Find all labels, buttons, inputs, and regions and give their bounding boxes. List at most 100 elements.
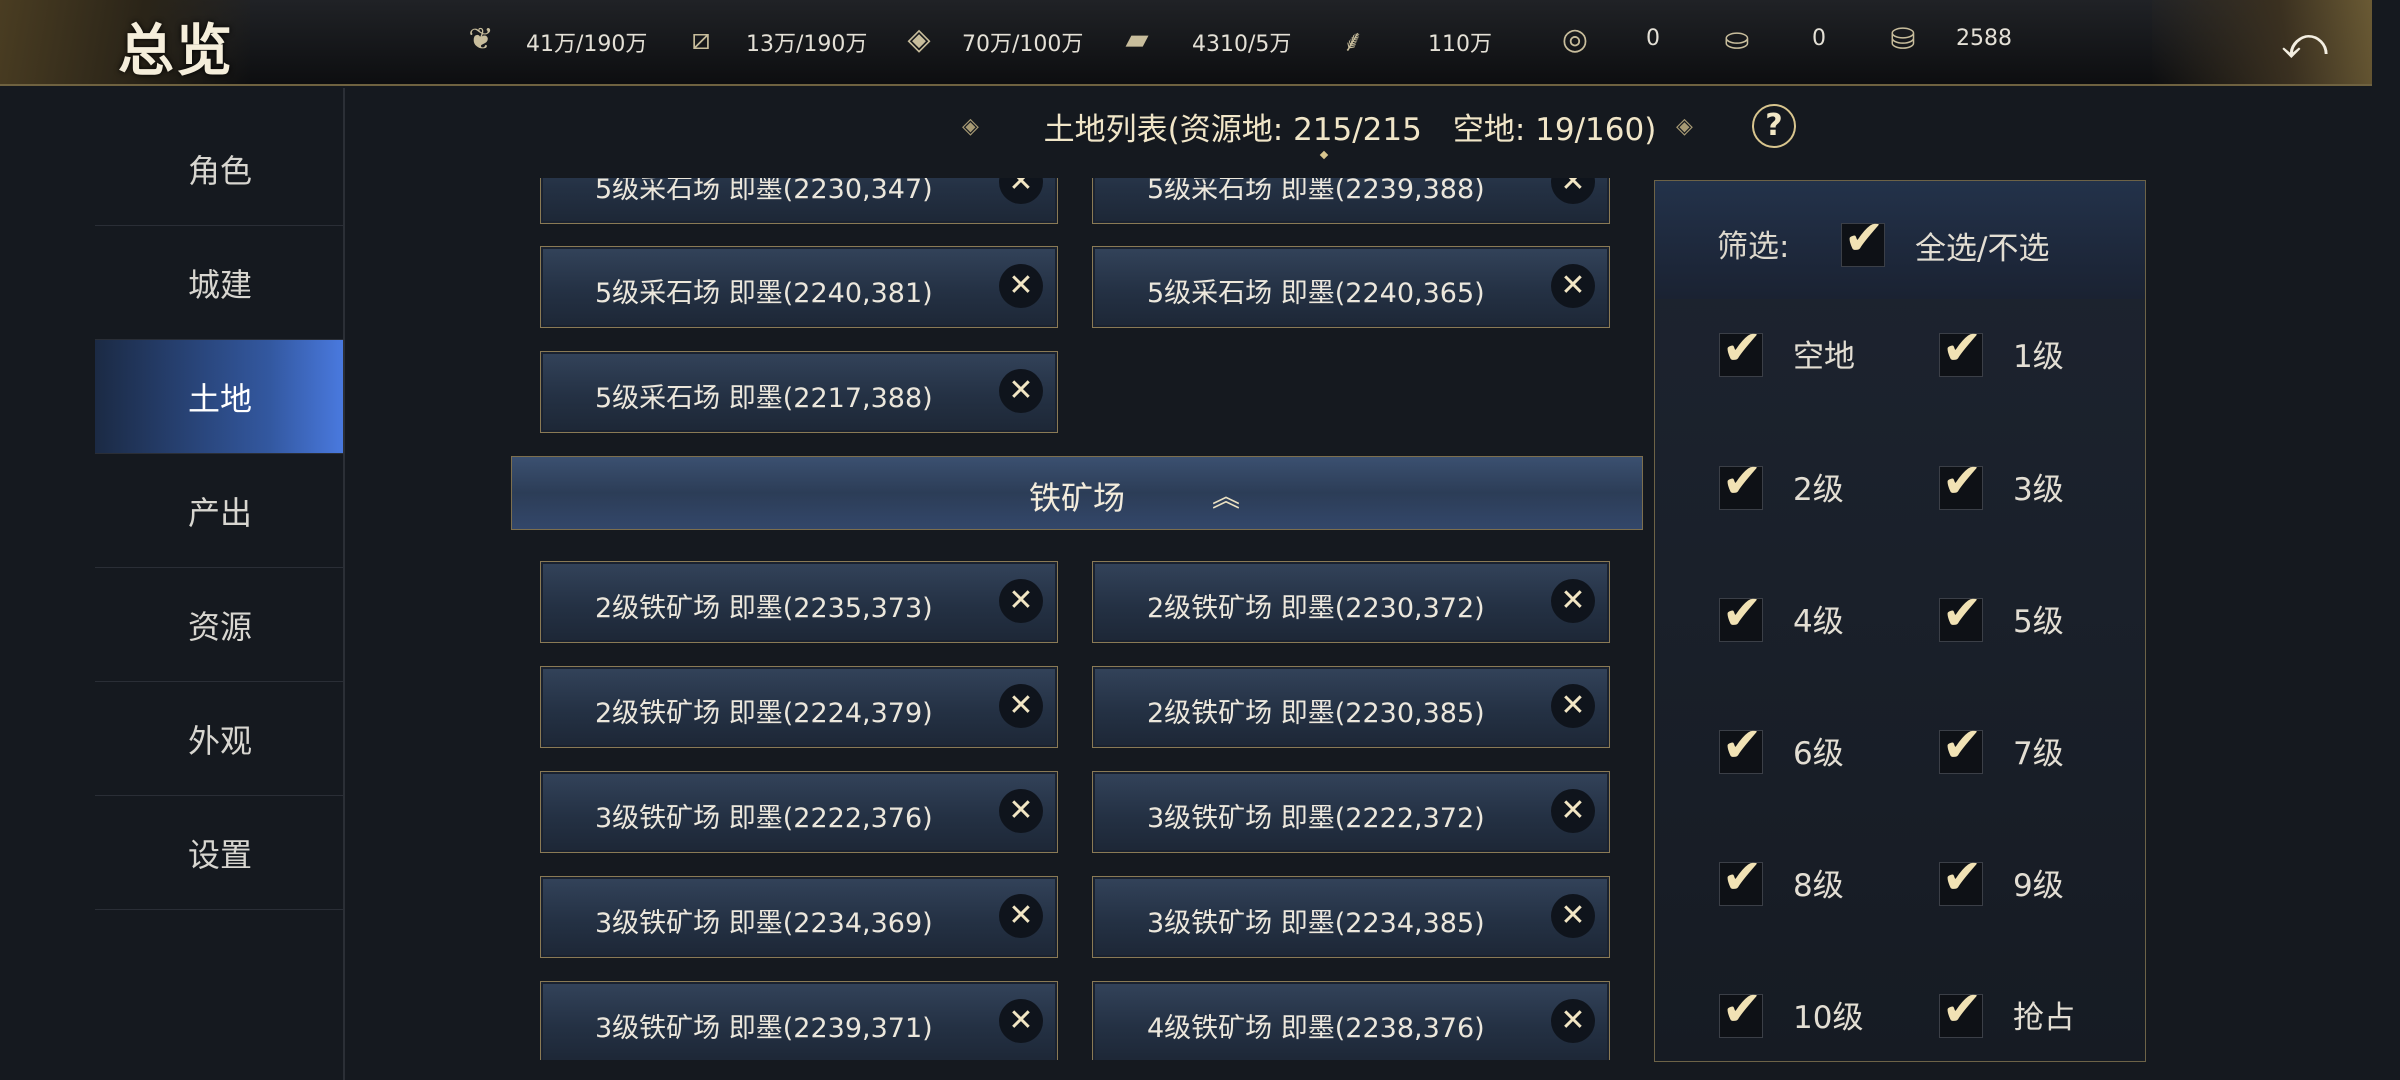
land-card-label: 3级铁矿场 即墨(2222,376) xyxy=(595,803,933,834)
land-card[interactable]: 5级采石场 即墨(2240,365) ✕ xyxy=(1092,246,1610,328)
resource-silver-value: 2588 xyxy=(1956,26,2012,51)
filter-checkbox-level-7[interactable]: ✔ xyxy=(1939,717,1983,774)
filter-checkbox-level-1[interactable]: ✔ xyxy=(1939,320,1983,377)
sidebar-item-construction[interactable]: 城建 xyxy=(95,226,345,340)
sidebar-item-appearance[interactable]: 外观 xyxy=(95,682,345,796)
iron-icon: ▰ xyxy=(1125,21,1149,57)
checkmark-icon: ✔ xyxy=(1942,849,1983,905)
filter-checkbox-vacant[interactable]: ✔ xyxy=(1719,320,1763,377)
sidebar-item-character[interactable]: 角色 xyxy=(95,112,345,226)
sidebar-item-output[interactable]: 产出 xyxy=(95,454,345,568)
resource-decree[interactable]: ⸙ xyxy=(1330,0,1376,78)
remove-land-button[interactable]: ✕ xyxy=(999,178,1043,204)
checkmark-icon: ✔ xyxy=(1942,585,1983,641)
land-card-label: 5级采石场 即墨(2217,388) xyxy=(595,383,933,414)
back-button[interactable]: ⤺ xyxy=(2152,0,2372,84)
filter-checkbox-level-5[interactable]: ✔ xyxy=(1939,585,1983,642)
land-card-label: 2级铁矿场 即墨(2230,372) xyxy=(1147,593,1485,624)
page-title: 总览 xyxy=(118,18,234,84)
land-card[interactable]: 5级采石场 即墨(2217,388) ✕ xyxy=(540,351,1058,433)
filter-checkbox-level-8[interactable]: ✔ xyxy=(1719,849,1763,906)
land-card-label: 2级铁矿场 即墨(2235,373) xyxy=(595,593,933,624)
remove-land-button[interactable]: ✕ xyxy=(1551,894,1595,938)
section-title: 铁矿场 xyxy=(1028,479,1125,517)
filter-option-label: 空地 xyxy=(1793,339,1855,375)
remove-land-button[interactable]: ✕ xyxy=(1551,579,1595,623)
resource-stone[interactable]: ◈ xyxy=(896,0,942,78)
resource-wood[interactable]: ⧄ xyxy=(678,0,724,78)
title-ornament-right-icon: ◈ xyxy=(1676,114,1693,139)
remove-land-button[interactable]: ✕ xyxy=(999,999,1043,1043)
remove-land-button[interactable]: ✕ xyxy=(999,684,1043,728)
land-card[interactable]: 2级铁矿场 即墨(2224,379) ✕ xyxy=(540,666,1058,748)
land-card-label: 3级铁矿场 即墨(2239,371) xyxy=(595,1013,933,1044)
land-card[interactable]: 4级铁矿场 即墨(2238,376) ✕ xyxy=(1092,981,1610,1060)
stone-icon: ◈ xyxy=(907,21,931,57)
filter-option-label: 2级 xyxy=(1793,472,1844,508)
sidebar-item-settings[interactable]: 设置 xyxy=(95,796,345,910)
filter-option-label: 10级 xyxy=(1793,1000,1864,1036)
resource-coin[interactable]: ◎ xyxy=(1552,0,1598,78)
remove-land-button[interactable]: ✕ xyxy=(999,369,1043,413)
filter-checkbox-level-2[interactable]: ✔ xyxy=(1719,453,1763,510)
wood-icon: ⧄ xyxy=(691,21,711,57)
filter-option-label: 7级 xyxy=(2013,736,2064,772)
filter-option-label: 8级 xyxy=(1793,868,1844,904)
resource-iron-value: 4310/5万 xyxy=(1192,32,1292,57)
filter-checkbox-level-6[interactable]: ✔ xyxy=(1719,717,1763,774)
checkmark-icon: ✔ xyxy=(1942,453,1983,509)
remove-land-button[interactable]: ✕ xyxy=(1551,789,1595,833)
resource-iron[interactable]: ▰ xyxy=(1114,0,1160,78)
land-card[interactable]: 3级铁矿场 即墨(2222,372) ✕ xyxy=(1092,771,1610,853)
sidebar-item-resources[interactable]: 资源 xyxy=(95,568,345,682)
resource-coin-value: 0 xyxy=(1646,26,1660,51)
filter-checkbox-level-10[interactable]: ✔ xyxy=(1719,981,1763,1038)
sidebar: 角色 城建 土地 产出 资源 外观 设置 xyxy=(95,112,345,1080)
resource-grain[interactable]: ❦ xyxy=(458,0,504,78)
land-card-label: 5级采石场 即墨(2239,388) xyxy=(1147,178,1485,205)
resource-decree-value: 110万 xyxy=(1428,32,1492,57)
remove-land-button[interactable]: ✕ xyxy=(1551,264,1595,308)
resource-wood-value: 13万/190万 xyxy=(746,32,868,57)
decree-icon: ⸙ xyxy=(1341,23,1365,59)
resource-silver[interactable]: ⛁ xyxy=(1880,0,1926,78)
select-all-label[interactable]: 全选/不选 xyxy=(1915,223,2049,268)
filter-checkbox-level-3[interactable]: ✔ xyxy=(1939,453,1983,510)
resource-gold-value: 0 xyxy=(1812,26,1826,51)
filter-option-label: 9级 xyxy=(2013,868,2064,904)
land-card[interactable]: 3级铁矿场 即墨(2222,376) ✕ xyxy=(540,771,1058,853)
land-card[interactable]: 2级铁矿场 即墨(2235,373) ✕ xyxy=(540,561,1058,643)
section-header-iron[interactable]: 铁矿场 ︽ xyxy=(511,456,1643,530)
land-card[interactable]: 5级采石场 即墨(2239,388) ✕ xyxy=(1092,178,1610,224)
land-card[interactable]: 2级铁矿场 即墨(2230,372) ✕ xyxy=(1092,561,1610,643)
filter-checkbox-level-4[interactable]: ✔ xyxy=(1719,585,1763,642)
remove-land-button[interactable]: ✕ xyxy=(999,264,1043,308)
remove-land-button[interactable]: ✕ xyxy=(1551,684,1595,728)
remove-land-button[interactable]: ✕ xyxy=(1551,999,1595,1043)
remove-land-button[interactable]: ✕ xyxy=(999,894,1043,938)
land-card-label: 3级铁矿场 即墨(2234,369) xyxy=(595,908,933,939)
select-all-checkbox[interactable]: ✔ xyxy=(1841,210,1885,267)
remove-land-button[interactable]: ✕ xyxy=(1551,178,1595,204)
help-button[interactable]: ? xyxy=(1752,104,1796,148)
land-card[interactable]: 3级铁矿场 即墨(2239,371) ✕ xyxy=(540,981,1058,1060)
land-card[interactable]: 2级铁矿场 即墨(2230,385) ✕ xyxy=(1092,666,1610,748)
land-card[interactable]: 3级铁矿场 即墨(2234,369) ✕ xyxy=(540,876,1058,958)
sidebar-item-land[interactable]: 土地 xyxy=(95,340,345,454)
land-card-label: 3级铁矿场 即墨(2234,385) xyxy=(1147,908,1485,939)
land-card[interactable]: 3级铁矿场 即墨(2234,385) ✕ xyxy=(1092,876,1610,958)
filter-label: 筛选: xyxy=(1717,229,1790,265)
checkmark-icon: ✔ xyxy=(1722,320,1763,376)
remove-land-button[interactable]: ✕ xyxy=(999,789,1043,833)
filter-checkbox-level-9[interactable]: ✔ xyxy=(1939,849,1983,906)
land-list[interactable]: 5级采石场 即墨(2230,347) ✕ 5级采石场 即墨(2239,388) … xyxy=(510,178,1650,1060)
land-card[interactable]: 5级采石场 即墨(2230,347) ✕ xyxy=(540,178,1058,224)
land-card[interactable]: 5级采石场 即墨(2240,381) ✕ xyxy=(540,246,1058,328)
checkmark-icon: ✔ xyxy=(1942,320,1983,376)
sidebar-item-label: 产出 xyxy=(187,493,252,532)
filter-checkbox-occupied[interactable]: ✔ xyxy=(1939,981,1983,1038)
land-card-label: 4级铁矿场 即墨(2238,376) xyxy=(1147,1013,1485,1044)
remove-land-button[interactable]: ✕ xyxy=(999,579,1043,623)
resource-gold[interactable]: ⛀ xyxy=(1714,0,1760,78)
filter-option-label: 1级 xyxy=(2013,339,2064,375)
